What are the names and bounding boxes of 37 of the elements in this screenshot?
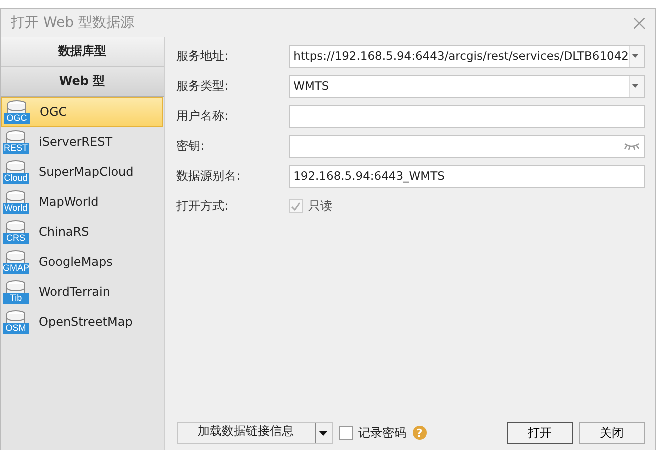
dropdown-field[interactable]: WMTS — [288, 74, 645, 98]
dialog-button[interactable]: 关闭 — [579, 422, 645, 444]
input-field[interactable] — [288, 104, 645, 128]
dialog-button[interactable]: 打开 — [507, 422, 573, 444]
source-name: WordTerrain — [39, 285, 110, 299]
source-item[interactable]: REST iServerREST — [1, 127, 163, 157]
source-name: GoogleMaps — [39, 255, 113, 269]
field-label: 打开方式: — [176, 198, 230, 214]
source-name: ChinaRS — [39, 225, 90, 239]
source-item[interactable]: Cloud SuperMapCloud — [1, 157, 163, 187]
field-label: 服务地址: — [176, 48, 230, 64]
dropdown-field[interactable]: https://192.168.5.94:6443/arcgis/rest/services/DLTB61042 — [288, 44, 645, 68]
source-name: SuperMapCloud — [39, 165, 134, 179]
close-icon[interactable] — [634, 18, 645, 28]
source-name: MapWorld — [39, 195, 99, 209]
source-item[interactable]: OGC OGC — [1, 97, 163, 127]
input-field[interactable]: 192.168.5.94:6443_WMTS — [288, 164, 645, 188]
field-label: 用户名称: — [176, 108, 230, 124]
field-label: 密钥: — [176, 138, 206, 154]
field-label: 数据源别名: — [176, 168, 242, 184]
source-item[interactable]: World MapWorld — [1, 187, 163, 217]
window-title: 打开 Web 型数据源 — [11, 14, 134, 32]
source-item[interactable]: CRS ChinaRS — [1, 217, 163, 247]
field-label: 服务类型: — [176, 78, 230, 94]
checkbox[interactable] — [338, 426, 353, 440]
source-name: OpenStreetMap — [39, 315, 133, 329]
checkbox-label: 只读 — [308, 198, 333, 214]
password-field[interactable] — [288, 134, 645, 158]
source-item[interactable]: OSM OpenStreetMap — [1, 307, 163, 337]
checkbox-label: 记录密码 — [358, 424, 407, 442]
source-item[interactable]: GMAP GoogleMaps — [1, 247, 163, 277]
source-item[interactable]: Tib WordTerrain — [1, 277, 163, 307]
split-button[interactable]: 加载数据链接信息 — [176, 422, 333, 444]
source-name: iServerREST — [39, 135, 113, 149]
eye-closed-icon[interactable] — [624, 142, 640, 150]
source-name: OGC — [40, 105, 68, 119]
sidebar-tab[interactable]: 数据库型 — [1, 37, 164, 67]
